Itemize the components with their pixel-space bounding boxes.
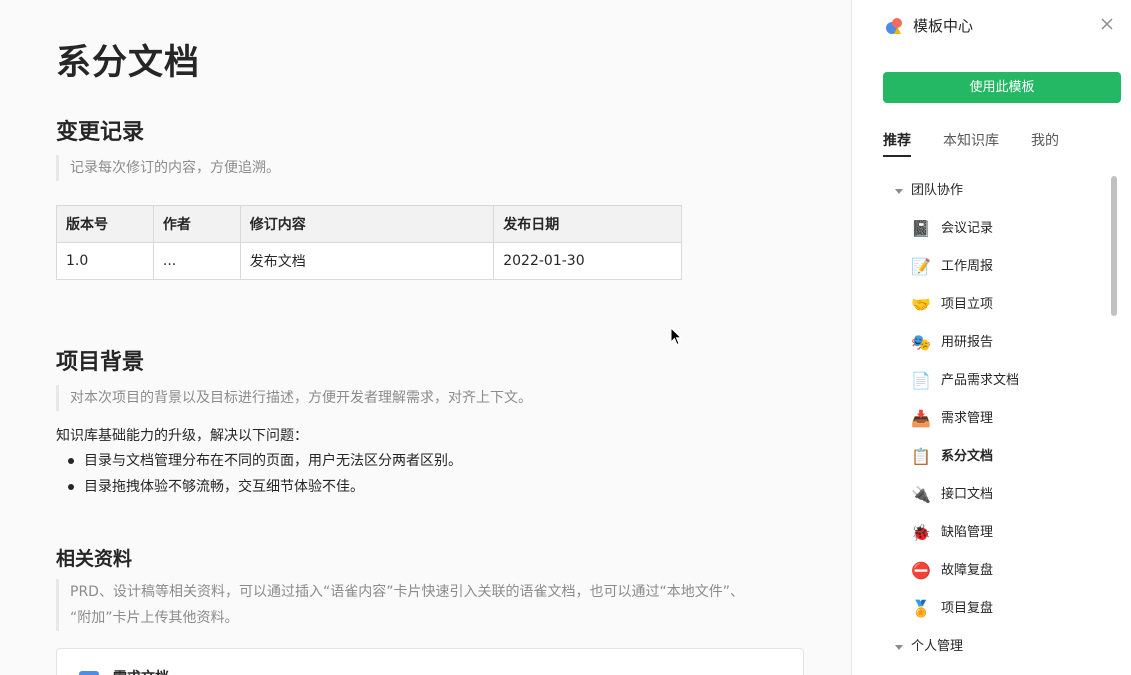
no-entry-icon: ⛔ bbox=[911, 561, 931, 580]
table-cell[interactable]: 2022-01-30 bbox=[493, 242, 682, 280]
table-header-cell[interactable]: 发布日期 bbox=[493, 205, 682, 243]
medal-icon: 🏅 bbox=[911, 599, 931, 618]
template-item[interactable]: 📓 会议记录 bbox=[852, 210, 1114, 248]
tab-mine[interactable]: 我的 bbox=[1031, 130, 1059, 150]
table-cell[interactable]: 1.0 bbox=[56, 242, 154, 280]
panel-title: 模板中心 bbox=[913, 17, 974, 35]
table-row: 1.0 ... 发布文档 2022-01-30 bbox=[56, 242, 682, 280]
template-item[interactable]: 📝 工作周报 bbox=[852, 248, 1114, 286]
clipboard-icon: 📋 bbox=[911, 447, 931, 466]
template-item-label: 产品需求文档 bbox=[941, 373, 1020, 388]
ladybug-icon: 🐞 bbox=[911, 523, 931, 542]
document-area: 系分文档 变更记录 记录每次修订的内容，方便追溯。 版本号 作者 修订内容 发布… bbox=[0, 0, 851, 675]
document-title[interactable]: 系分文档 bbox=[56, 34, 200, 85]
template-item[interactable]: 🤝 项目立项 bbox=[852, 286, 1114, 324]
plug-icon: 🔌 bbox=[911, 485, 931, 504]
template-group-label: 个人管理 bbox=[911, 639, 964, 654]
template-item[interactable]: ⛔ 故障复盘 bbox=[852, 552, 1114, 590]
template-item[interactable]: 🐞 缺陷管理 bbox=[852, 514, 1114, 552]
table-cell[interactable]: 发布文档 bbox=[239, 242, 495, 280]
template-item-label: 项目复盘 bbox=[941, 601, 994, 616]
masks-icon: 🎭 bbox=[911, 333, 931, 352]
template-item[interactable]: 📥 需求管理 bbox=[852, 400, 1114, 438]
template-group[interactable]: 个人管理 bbox=[852, 628, 1114, 666]
template-item-label: 工作周报 bbox=[941, 259, 994, 274]
template-group[interactable]: 团队协作 bbox=[852, 172, 1114, 210]
inbox-tray-icon: 📥 bbox=[911, 409, 931, 428]
memo-icon: 📝 bbox=[911, 257, 931, 276]
table-header-cell[interactable]: 作者 bbox=[152, 205, 241, 243]
caret-down-icon bbox=[895, 645, 903, 650]
close-icon[interactable] bbox=[1100, 17, 1114, 31]
attachment-card[interactable]: 需求文档 bbox=[56, 648, 804, 675]
table-header-row: 版本号 作者 修订内容 发布日期 bbox=[56, 205, 682, 243]
template-item[interactable]: 🏅 项目复盘 bbox=[852, 590, 1114, 628]
template-item-label: 故障复盘 bbox=[941, 563, 994, 578]
template-group-label: 团队协作 bbox=[911, 183, 964, 198]
changelog-heading[interactable]: 变更记录 bbox=[56, 114, 144, 146]
template-tree: 团队协作 📓 会议记录 📝 工作周报 🤝 项目立项 🎭 用研报告 📄 产品需求文档 📥 需求管理 📋 系分文… bbox=[852, 172, 1114, 666]
table-cell[interactable]: ... bbox=[152, 242, 241, 280]
template-item[interactable]: 📋 系分文档 bbox=[852, 438, 1114, 476]
attachment-card-label: 需求文档 bbox=[113, 667, 169, 675]
background-heading[interactable]: 项目背景 bbox=[56, 344, 144, 376]
template-item-label: 项目立项 bbox=[941, 297, 994, 312]
changelog-quote[interactable]: 记录每次修订的内容，方便追溯。 bbox=[56, 155, 280, 181]
template-item[interactable]: 🎭 用研报告 bbox=[852, 324, 1114, 362]
handshake-icon: 🤝 bbox=[911, 295, 931, 314]
table-header-cell[interactable]: 修订内容 bbox=[239, 205, 495, 243]
caret-down-icon bbox=[895, 189, 903, 194]
template-item[interactable]: 🔌 接口文档 bbox=[852, 476, 1114, 514]
template-item-label: 系分文档 bbox=[941, 449, 994, 464]
list-item[interactable]: 目录与文档管理分布在不同的页面，用户无法区分两者区别。 bbox=[66, 448, 462, 474]
template-item-label: 需求管理 bbox=[941, 411, 994, 426]
template-item-label: 缺陷管理 bbox=[941, 525, 994, 540]
template-center-panel: 模板中心 使用此模板 推荐 本知识库 我的 团队协作 📓 会议记录 📝 工作周报 🤝 项目立… bbox=[851, 0, 1131, 675]
background-bullet-list: 目录与文档管理分布在不同的页面，用户无法区分两者区别。 目录拖拽体验不够流畅，交… bbox=[66, 448, 462, 500]
mouse-cursor-icon bbox=[670, 327, 683, 346]
changelog-table: 版本号 作者 修订内容 发布日期 1.0 ... 发布文档 2022-01-30 bbox=[56, 205, 682, 280]
active-tab-indicator bbox=[883, 155, 911, 157]
tab-this-repository[interactable]: 本知识库 bbox=[943, 130, 999, 150]
document-card-icon bbox=[79, 671, 99, 675]
template-center-logo-icon bbox=[886, 18, 902, 34]
notebook-icon: 📓 bbox=[911, 219, 931, 238]
template-item[interactable]: 📄 产品需求文档 bbox=[852, 362, 1114, 400]
template-item-label: 用研报告 bbox=[941, 335, 994, 350]
background-quote[interactable]: 对本次项目的背景以及目标进行描述，方便开发者理解需求，对齐上下文。 bbox=[56, 385, 532, 411]
template-item-label: 接口文档 bbox=[941, 487, 994, 502]
materials-quote-line: “附加”卡片上传其他资料。 bbox=[70, 610, 239, 626]
materials-quote-line: PRD、设计稿等相关资料，可以通过插入“语雀内容”卡片快速引入关联的语雀文档，也… bbox=[70, 584, 744, 600]
background-intro[interactable]: 知识库基础能力的升级，解决以下问题： bbox=[56, 425, 308, 445]
document-icon: 📄 bbox=[911, 371, 931, 390]
panel-scrollbar[interactable] bbox=[1111, 176, 1117, 316]
use-template-button[interactable]: 使用此模板 bbox=[883, 72, 1121, 103]
materials-quote[interactable]: PRD、设计稿等相关资料，可以通过插入“语雀内容”卡片快速引入关联的语雀文档，也… bbox=[56, 579, 804, 631]
list-item[interactable]: 目录拖拽体验不够流畅，交互细节体验不佳。 bbox=[66, 474, 462, 500]
table-header-cell[interactable]: 版本号 bbox=[56, 205, 154, 243]
tab-recommended[interactable]: 推荐 bbox=[883, 130, 911, 150]
materials-heading[interactable]: 相关资料 bbox=[56, 544, 132, 571]
template-item-label: 会议记录 bbox=[941, 221, 994, 236]
